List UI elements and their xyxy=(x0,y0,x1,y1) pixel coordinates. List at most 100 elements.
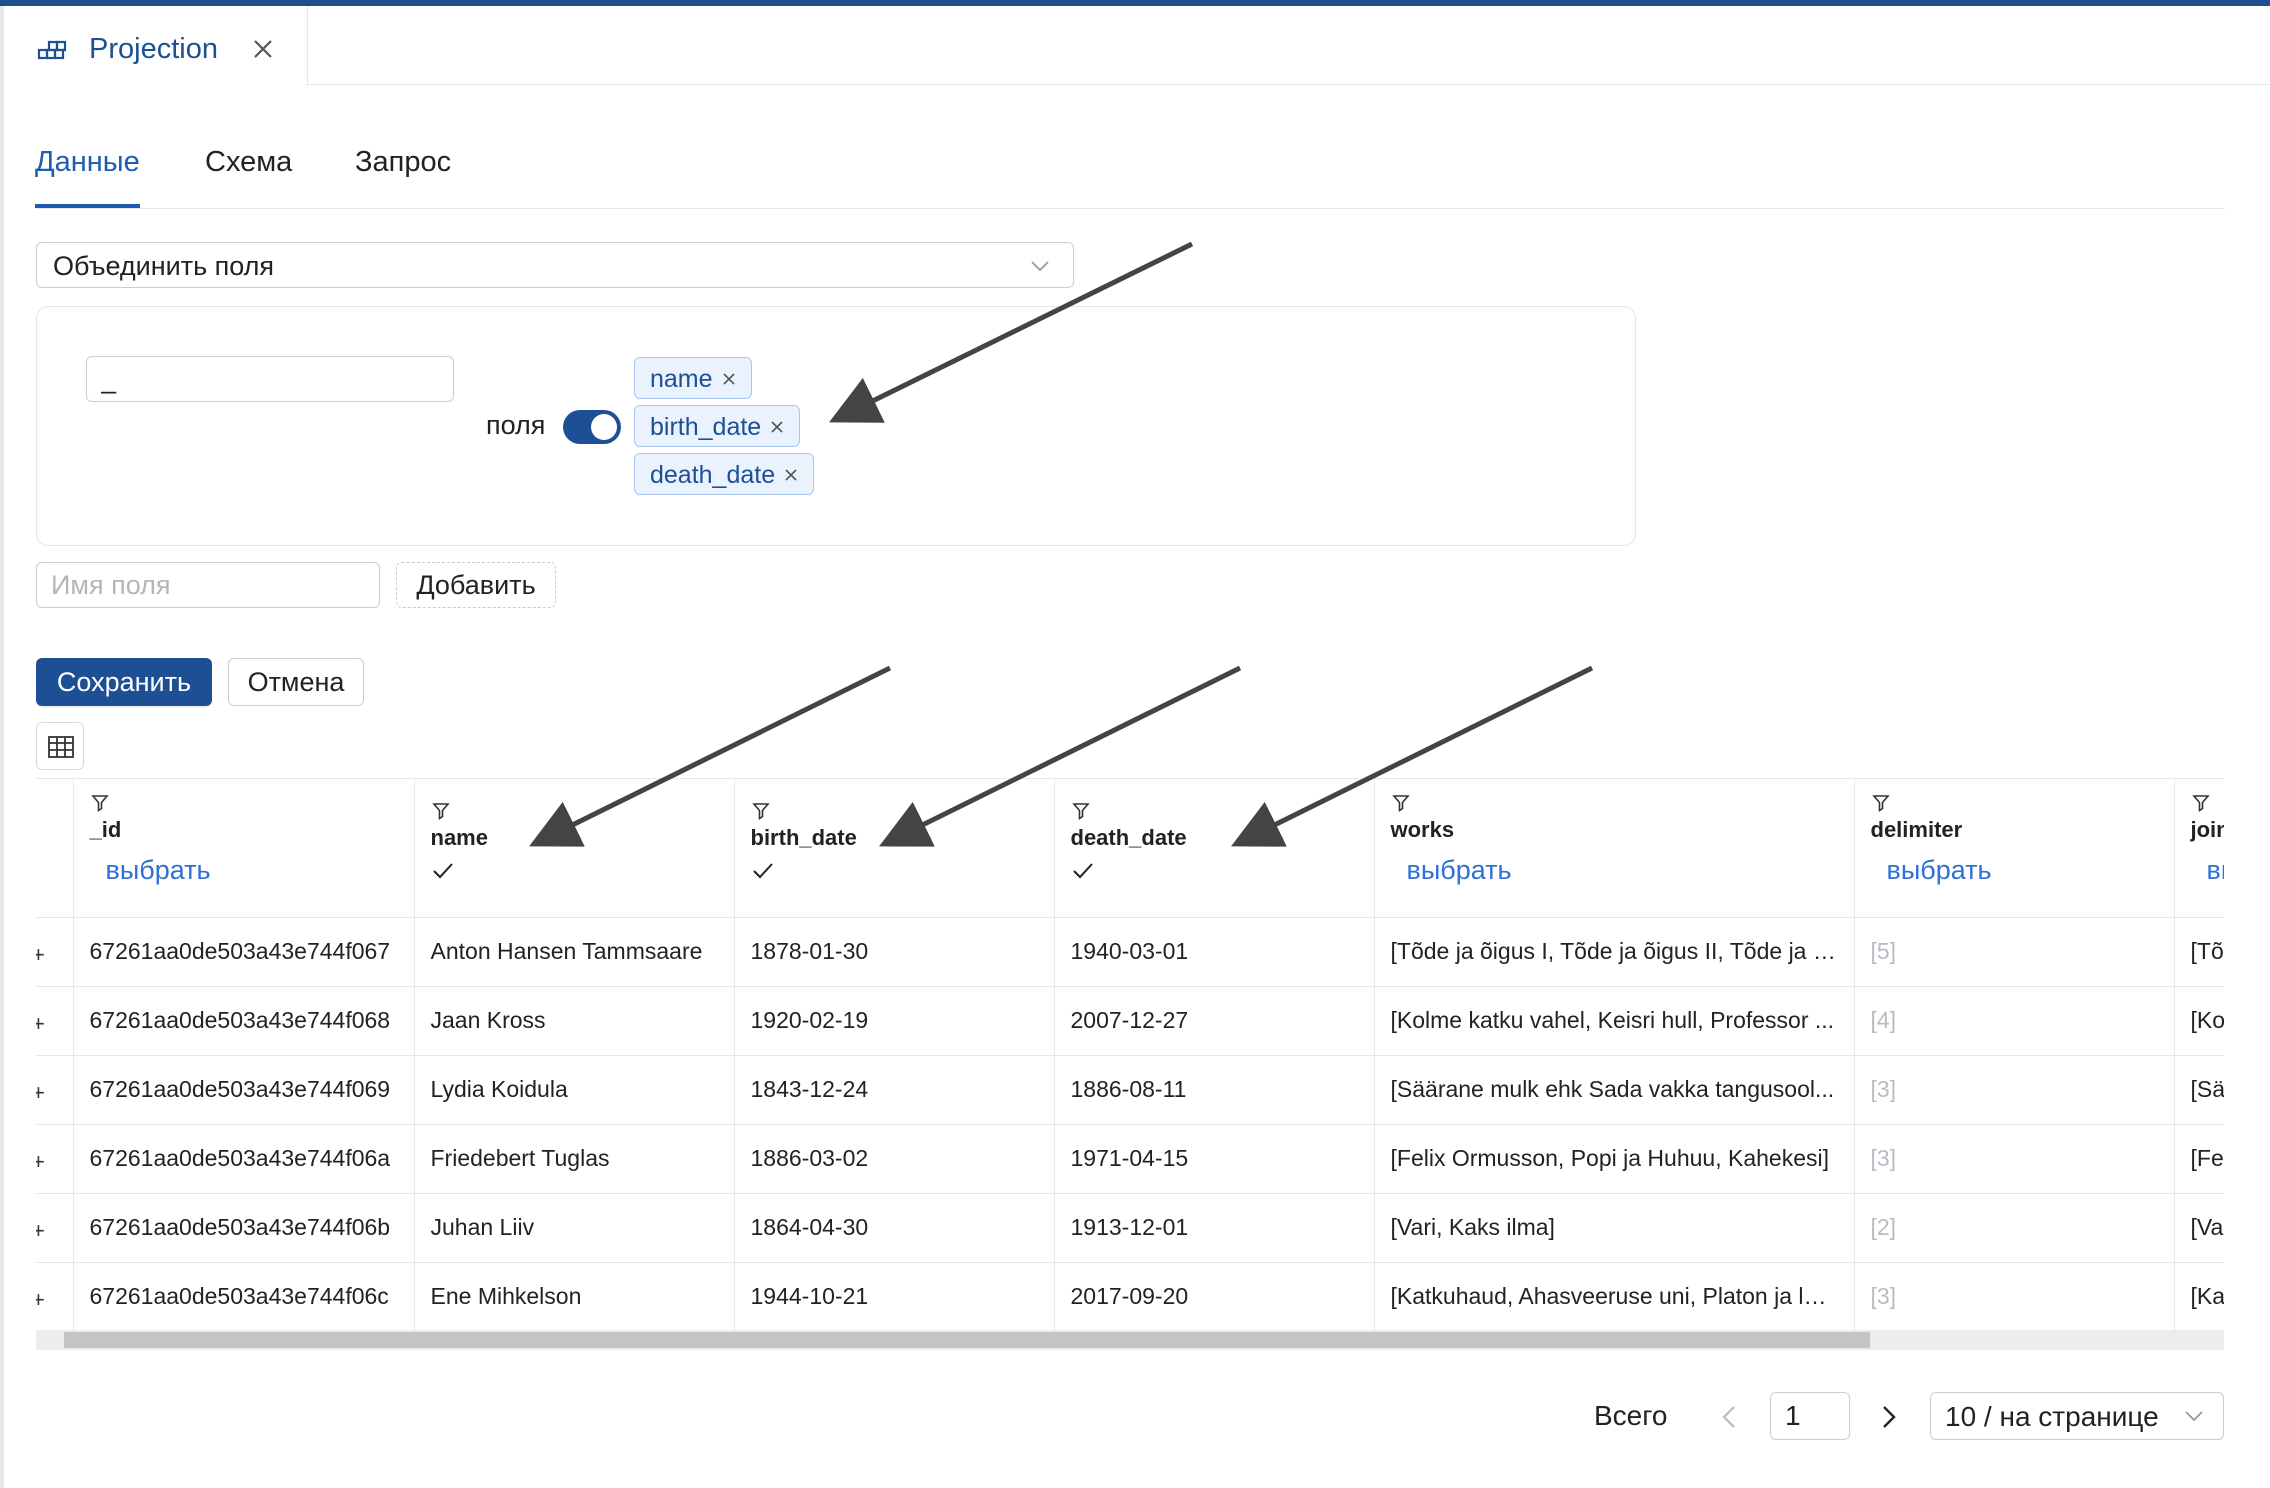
row-expander[interactable]: + xyxy=(36,1262,74,1332)
tab-data[interactable]: Данные xyxy=(35,146,140,179)
total-label: Всего xyxy=(1594,1400,1668,1431)
column-pick-link[interactable]: выбрать xyxy=(106,855,398,886)
close-icon[interactable] xyxy=(783,467,799,483)
cell-works: [Säärane mulk ehk Sada vakka tangusool..… xyxy=(1374,1055,1855,1125)
cell-birth-date: 1920-02-19 xyxy=(734,986,1055,1056)
expand-icon[interactable]: + xyxy=(36,1287,45,1313)
save-button[interactable]: Сохранить xyxy=(36,658,212,706)
cell-join: [Sä xyxy=(2174,1055,2224,1125)
table-row: +67261aa0de503a43e744f06aFriedebert Tugl… xyxy=(36,1124,2224,1194)
page-number-input[interactable] xyxy=(1770,1392,1850,1440)
close-icon[interactable] xyxy=(248,34,278,64)
filter-icon[interactable] xyxy=(1871,793,1891,813)
column-pick-link[interactable]: выбрать xyxy=(1407,855,1838,886)
add-field-button[interactable]: Добавить xyxy=(396,562,556,608)
cell-join: [Tõ xyxy=(2174,917,2224,987)
cell-name: Lydia Koidula xyxy=(414,1055,735,1125)
row-expander[interactable]: + xyxy=(36,1124,74,1194)
filter-icon[interactable] xyxy=(1071,801,1091,821)
expand-icon[interactable]: + xyxy=(36,942,45,968)
operation-select-value: Объединить поля xyxy=(53,251,275,281)
operation-select[interactable]: Объединить поля xyxy=(36,242,1074,288)
cell-join: [Ko xyxy=(2174,986,2224,1056)
cell-name: Jaan Kross xyxy=(414,986,735,1056)
column-pick-link[interactable]: выбрать xyxy=(2207,855,2225,886)
close-icon[interactable] xyxy=(721,371,737,387)
tab-schema[interactable]: Схема xyxy=(205,146,292,179)
cell-death-date: 2007-12-27 xyxy=(1054,986,1375,1056)
filter-icon[interactable] xyxy=(1391,793,1411,813)
cell-id: 67261aa0de503a43e744f06a xyxy=(73,1124,415,1194)
tabs-divider xyxy=(35,208,2225,209)
row-expander[interactable]: + xyxy=(36,917,74,987)
filter-icon[interactable] xyxy=(751,801,771,821)
scrollbar-thumb[interactable] xyxy=(64,1332,1870,1348)
fields-toggle[interactable] xyxy=(563,410,621,444)
table-view-button[interactable] xyxy=(36,722,84,770)
chevron-right-icon[interactable] xyxy=(1874,1400,1904,1434)
row-expander[interactable]: + xyxy=(36,1055,74,1125)
cell-delimiter: [4] xyxy=(1854,986,2175,1056)
cell-birth-date: 1944-10-21 xyxy=(734,1262,1055,1332)
table-row: +67261aa0de503a43e744f06bJuhan Liiv1864-… xyxy=(36,1193,2224,1263)
tab-query[interactable]: Запрос xyxy=(355,146,451,179)
expand-icon[interactable]: + xyxy=(36,1218,45,1244)
table-header-row: _id выбрать name birth_date death_date w… xyxy=(36,779,2225,918)
column-title: name xyxy=(430,825,488,850)
check-icon[interactable] xyxy=(431,859,455,883)
cell-delimiter: [3] xyxy=(1854,1124,2175,1194)
cell-id: 67261aa0de503a43e744f067 xyxy=(73,917,415,987)
expand-icon[interactable]: + xyxy=(36,1011,45,1037)
column-title: delimiter xyxy=(1870,817,1963,842)
cell-works: [Tõde ja õigus I, Tõde ja õigus II, Tõde… xyxy=(1374,917,1855,987)
cell-death-date: 1886-08-11 xyxy=(1054,1055,1375,1125)
cell-name: Friedebert Tuglas xyxy=(414,1124,735,1194)
column-pick-link[interactable]: выбрать xyxy=(1887,855,2158,886)
column-header-join: join выбрать xyxy=(2174,779,2225,918)
close-icon[interactable] xyxy=(769,419,785,435)
row-expander[interactable]: + xyxy=(36,1193,74,1263)
cell-join: [Ka xyxy=(2174,1262,2224,1332)
expand-icon[interactable]: + xyxy=(36,1149,45,1175)
cell-birth-date: 1843-12-24 xyxy=(734,1055,1055,1125)
field-tag-name: name xyxy=(634,357,752,399)
field-tag-label: death_date xyxy=(650,461,776,489)
cell-join: [Va xyxy=(2174,1193,2224,1263)
cell-birth-date: 1886-03-02 xyxy=(734,1124,1055,1194)
cell-death-date: 1971-04-15 xyxy=(1054,1124,1375,1194)
cell-name: Ene Mihkelson xyxy=(414,1262,735,1332)
check-icon[interactable] xyxy=(751,859,775,883)
field-tag-birth-date: birth_date xyxy=(634,405,801,447)
filter-icon[interactable] xyxy=(2191,793,2211,813)
separator-input[interactable] xyxy=(86,356,454,402)
cell-works: [Felix Ormusson, Popi ja Huhuu, Kahekesi… xyxy=(1374,1124,1855,1194)
cell-name: Juhan Liiv xyxy=(414,1193,735,1263)
cell-works: [Katkuhaud, Ahasveeruse uni, Platon ja l… xyxy=(1374,1262,1855,1332)
cancel-button[interactable]: Отмена xyxy=(228,658,364,706)
data-table: _id выбрать name birth_date death_date w… xyxy=(36,779,2224,1332)
chevron-down-icon xyxy=(1031,261,1049,272)
page-size-value: 10 / на странице xyxy=(1945,1401,2159,1432)
column-header-delimiter: delimiter выбрать xyxy=(1854,779,2175,918)
filter-icon[interactable] xyxy=(90,793,110,813)
window-tab-title: Projection xyxy=(89,33,218,65)
window-tab-projection[interactable]: Projection xyxy=(6,6,308,86)
cell-join: [Fe xyxy=(2174,1124,2224,1194)
cell-delimiter: [3] xyxy=(1854,1262,2175,1332)
cell-id: 67261aa0de503a43e744f06b xyxy=(73,1193,415,1263)
chevron-left-icon[interactable] xyxy=(1714,1400,1744,1434)
cell-id: 67261aa0de503a43e744f06c xyxy=(73,1262,415,1332)
field-name-input[interactable] xyxy=(36,562,380,608)
row-expander[interactable]: + xyxy=(36,986,74,1056)
filter-icon[interactable] xyxy=(431,801,451,821)
cell-delimiter: [5] xyxy=(1854,917,2175,987)
field-tag-label: name xyxy=(650,365,713,393)
left-border xyxy=(0,6,4,1488)
chevron-down-icon xyxy=(2185,1411,2203,1422)
table-row: +67261aa0de503a43e744f069Lydia Koidula18… xyxy=(36,1055,2224,1125)
page-size-select[interactable]: 10 / на странице xyxy=(1930,1392,2224,1440)
expand-icon[interactable]: + xyxy=(36,1080,45,1106)
fields-label: поля xyxy=(486,410,546,440)
check-icon[interactable] xyxy=(1071,859,1095,883)
data-table-container: _id выбрать name birth_date death_date w… xyxy=(36,778,2224,1353)
